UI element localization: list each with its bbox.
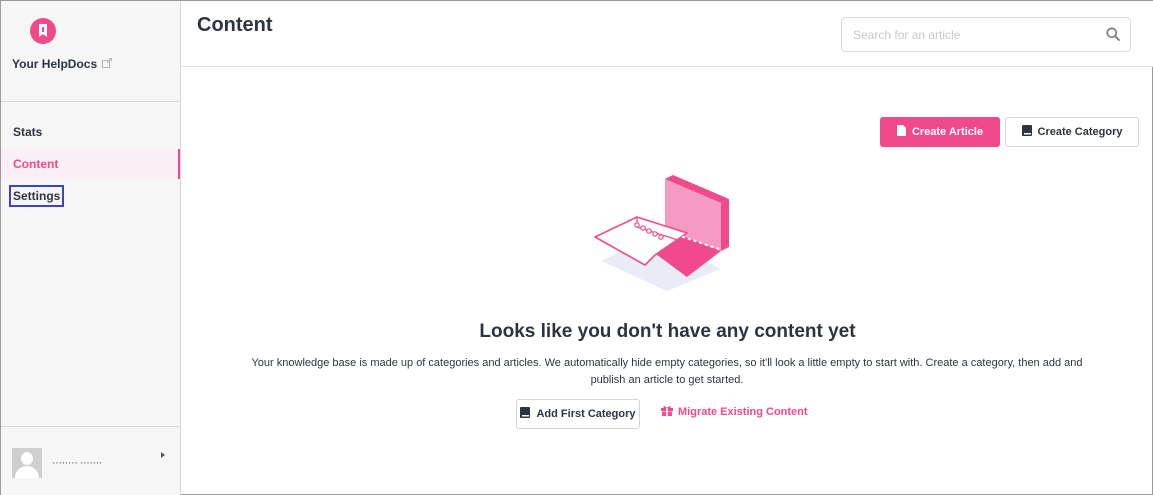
header: Content bbox=[181, 1, 1153, 67]
empty-state-title: Looks like you don't have any content ye… bbox=[479, 321, 856, 342]
page-title: Content bbox=[197, 14, 273, 36]
search-input[interactable] bbox=[842, 18, 1092, 51]
sidebar-item-settings[interactable]: Settings bbox=[1, 181, 180, 211]
add-first-category-label: Add First Category bbox=[536, 408, 636, 420]
search-box bbox=[841, 17, 1131, 52]
search-icon[interactable] bbox=[1106, 27, 1120, 46]
empty-state-description: Your knowledge base is made up of catego… bbox=[251, 357, 1083, 386]
sidebar-divider bbox=[1, 101, 180, 102]
migrate-content-label: Migrate Existing Content bbox=[678, 406, 808, 418]
book-icon bbox=[520, 407, 531, 421]
sidebar-item-label: Settings bbox=[9, 185, 65, 207]
brand-link[interactable]: Your HelpDocs bbox=[12, 57, 113, 71]
gift-icon bbox=[661, 405, 673, 419]
sidebar-item-stats[interactable]: Stats bbox=[1, 117, 180, 147]
avatar bbox=[12, 448, 42, 478]
sidebar-item-label: Stats bbox=[13, 125, 43, 139]
sidebar-divider bbox=[1, 426, 180, 427]
user-menu[interactable]: ········ ······· bbox=[12, 448, 103, 478]
brand-name: Your HelpDocs bbox=[12, 57, 98, 71]
user-name: ········ ······· bbox=[52, 457, 103, 469]
app-frame: Your HelpDocs Stats Content Settings ···… bbox=[0, 0, 1153, 495]
dropdown-caret-icon[interactable] bbox=[161, 452, 165, 458]
add-first-category-button[interactable]: Add First Category bbox=[516, 399, 640, 429]
migrate-content-link[interactable]: Migrate Existing Content bbox=[661, 405, 808, 419]
sidebar: Your HelpDocs Stats Content Settings ···… bbox=[1, 1, 181, 495]
create-category-label: Create Category bbox=[1037, 126, 1123, 138]
sidebar-item-content[interactable]: Content bbox=[1, 149, 180, 179]
book-icon bbox=[1021, 125, 1032, 139]
empty-content-illustration bbox=[591, 173, 731, 296]
create-article-label: Create Article bbox=[911, 126, 984, 138]
external-link-icon bbox=[102, 57, 113, 71]
document-icon bbox=[896, 125, 906, 139]
create-article-button[interactable]: Create Article bbox=[880, 117, 1000, 147]
logo-icon[interactable] bbox=[30, 18, 56, 44]
sidebar-item-label: Content bbox=[13, 157, 59, 171]
create-category-button[interactable]: Create Category bbox=[1005, 117, 1139, 147]
